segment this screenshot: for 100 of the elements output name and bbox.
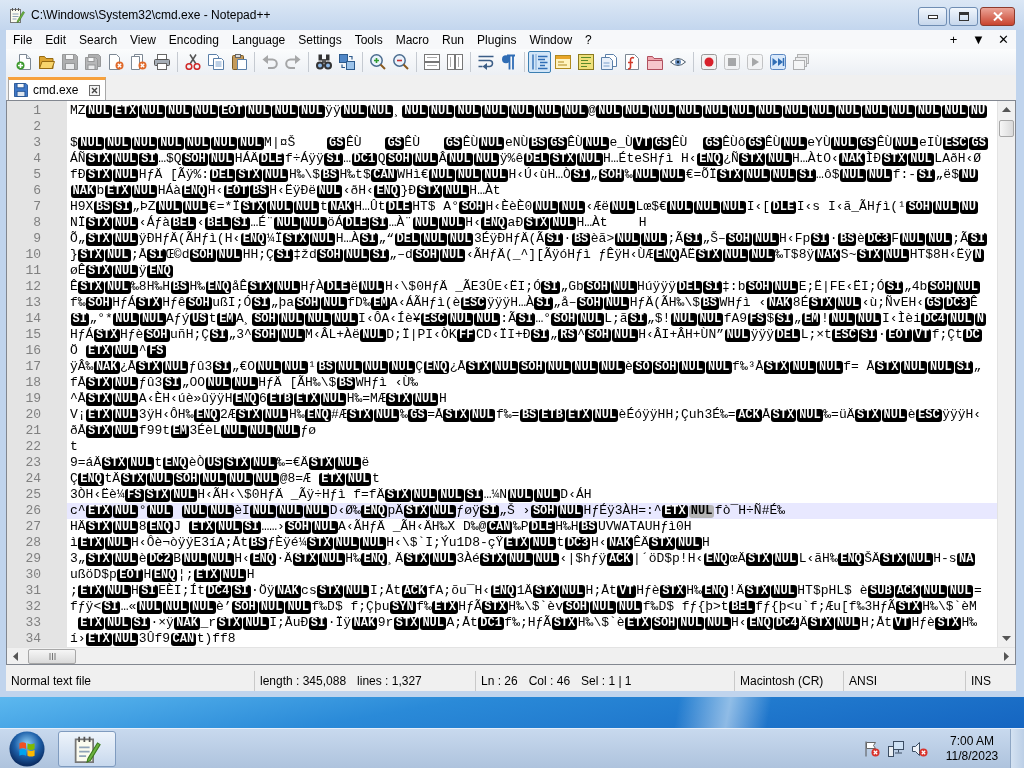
code-text: ^Å bbox=[70, 391, 86, 407]
code-text: J bbox=[173, 519, 183, 535]
close-button[interactable]: ✕ bbox=[991, 30, 1016, 49]
indent-guide-button[interactable] bbox=[528, 51, 551, 73]
menu-item[interactable]: View bbox=[123, 30, 162, 49]
code-text: ! bbox=[820, 311, 829, 327]
scrollbar-thumb[interactable] bbox=[999, 120, 1014, 137]
maximize-button[interactable] bbox=[949, 7, 978, 26]
play-icon bbox=[746, 54, 763, 70]
control-character: N bbox=[972, 248, 984, 262]
close-icon[interactable] bbox=[89, 84, 101, 96]
code-text: èÉóÿÿHH;Çuh3É‰= bbox=[618, 407, 736, 423]
clock-button[interactable]: 7:00 AM 11/8/2023 bbox=[938, 730, 1006, 767]
control-character: ETX bbox=[86, 408, 112, 422]
code-text: H‹ bbox=[731, 615, 747, 631]
control-character: SOH bbox=[386, 152, 412, 166]
control-character: ETX bbox=[294, 392, 320, 406]
code-text: 2Æ bbox=[220, 407, 236, 423]
taskbar-button[interactable] bbox=[58, 730, 116, 767]
menu-item[interactable]: Encoding bbox=[161, 30, 225, 49]
code-text: f‰D$ fƒ{þ>t bbox=[642, 599, 729, 615]
menu-item[interactable]: Run bbox=[435, 30, 471, 49]
window-title: C:\Windows\System32\cmd.exe - Notepad++ bbox=[31, 7, 272, 24]
menu-item[interactable]: ? bbox=[578, 30, 598, 49]
control-character: NU bbox=[959, 200, 978, 214]
control-character: NUL bbox=[908, 152, 934, 166]
code-text: fD‰ bbox=[347, 295, 371, 311]
vertical-scrollbar[interactable] bbox=[997, 101, 1015, 647]
scroll-left-icon[interactable] bbox=[13, 651, 18, 661]
code-text: Húÿÿÿ bbox=[637, 279, 676, 295]
scrollbar-thumb[interactable] bbox=[28, 648, 76, 664]
menu-item[interactable]: Macro bbox=[388, 30, 435, 49]
control-character: EOT bbox=[219, 104, 245, 118]
code-text: aÐ bbox=[507, 215, 524, 231]
control-character: DLE bbox=[386, 200, 412, 214]
control-character: NUL bbox=[724, 328, 751, 342]
muted-speaker-icon[interactable] bbox=[912, 740, 928, 757]
control-character: ESC bbox=[916, 408, 942, 422]
control-character: SOH bbox=[252, 328, 278, 342]
code-text: HÄ bbox=[70, 519, 86, 535]
menu-item[interactable]: Search bbox=[72, 30, 124, 49]
horizontal-scrollbar[interactable] bbox=[7, 647, 1015, 664]
code-text: UVWATAUHƒì0H bbox=[598, 519, 692, 535]
control-character: NUL bbox=[781, 136, 807, 150]
code-text: èã> bbox=[590, 231, 615, 247]
network-icon[interactable] bbox=[888, 740, 904, 757]
menu-item[interactable]: Window bbox=[522, 30, 579, 49]
control-character: DC3 bbox=[865, 232, 891, 246]
code-text: fA;õu¯H‹ bbox=[427, 583, 491, 599]
code-text: 3ÒH‹Ëè¼ bbox=[70, 487, 125, 503]
menu-item[interactable]: Settings bbox=[291, 30, 348, 49]
close-button[interactable] bbox=[980, 7, 1015, 26]
control-character: NUL bbox=[550, 216, 576, 230]
control-character: ENQ bbox=[78, 472, 104, 486]
control-character: STX bbox=[482, 600, 508, 614]
flag-icon[interactable] bbox=[864, 740, 880, 757]
menu-item[interactable]: Tools bbox=[347, 30, 389, 49]
menu-item[interactable]: Plugins bbox=[470, 30, 523, 49]
control-character: ENQ bbox=[653, 248, 680, 262]
code-text: uñH;Ç bbox=[170, 327, 210, 343]
menu-item[interactable]: Edit bbox=[38, 30, 73, 49]
code-text: 8É bbox=[792, 295, 809, 311]
scroll-right-icon[interactable] bbox=[1004, 651, 1009, 661]
code-text: #Æ bbox=[331, 407, 347, 423]
control-character: ACK bbox=[401, 584, 428, 598]
start-orb-icon[interactable] bbox=[9, 730, 45, 767]
plus-button[interactable]: + bbox=[941, 30, 966, 49]
control-character: STX bbox=[745, 552, 772, 566]
code-text: ·×ÿ bbox=[150, 615, 174, 631]
code-text: è bbox=[625, 359, 633, 375]
control-character: NUL bbox=[211, 136, 237, 150]
control-character: BS bbox=[528, 136, 548, 150]
menu-item[interactable]: Language bbox=[224, 30, 292, 49]
line-number: 23 bbox=[25, 455, 41, 470]
code-text: ußI;Ó bbox=[212, 295, 252, 311]
menu-item[interactable]: File bbox=[6, 30, 39, 49]
control-character: NUL bbox=[112, 552, 139, 566]
code-text: L;×t bbox=[800, 327, 832, 343]
record-icon bbox=[700, 54, 717, 70]
code-text: } bbox=[70, 247, 78, 263]
control-character: ESC bbox=[832, 328, 858, 342]
file-tab[interactable]: cmd.exe bbox=[8, 77, 107, 100]
control-character: STX bbox=[292, 552, 319, 566]
control-character: ETX bbox=[503, 536, 530, 550]
control-character: SI bbox=[131, 616, 150, 630]
control-character: SI bbox=[628, 312, 647, 326]
control-character: NUL bbox=[112, 376, 139, 390]
code-text: ° bbox=[138, 503, 147, 519]
control-character: STX bbox=[86, 264, 112, 278]
code-text: f99t bbox=[138, 423, 171, 439]
line-number: 18 bbox=[25, 375, 41, 390]
status-text: length : 345,088 bbox=[260, 674, 347, 688]
control-character: STX bbox=[465, 360, 492, 374]
code-text: H…ÀtO‹ bbox=[792, 151, 839, 167]
scissors-icon bbox=[184, 54, 201, 70]
dropdown-button[interactable]: ▼ bbox=[966, 30, 991, 49]
scroll-down-icon[interactable] bbox=[1002, 636, 1011, 641]
minimize-button[interactable] bbox=[918, 7, 947, 26]
scroll-up-icon[interactable] bbox=[1002, 107, 1011, 112]
line-number: 31 bbox=[25, 583, 41, 598]
